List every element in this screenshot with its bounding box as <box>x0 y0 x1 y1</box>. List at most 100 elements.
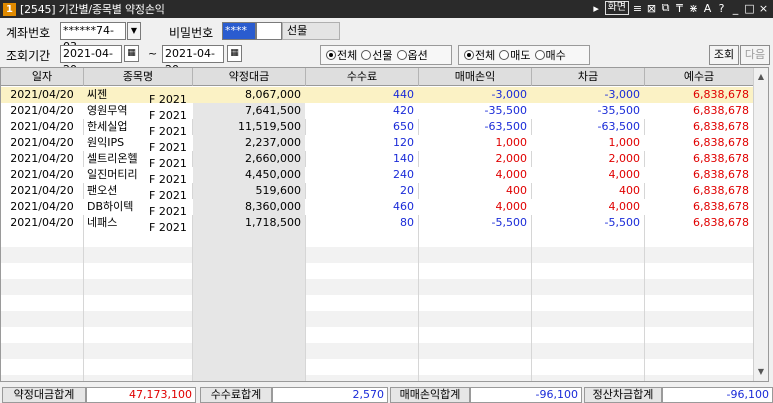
maximize-icon[interactable]: □ <box>744 2 755 15</box>
font-size-icon[interactable]: A <box>702 2 713 15</box>
cell-amount: 7,641,500 <box>193 103 305 119</box>
scroll-up-icon[interactable]: ▲ <box>754 70 768 84</box>
cell-amount: 2,660,000 <box>193 151 305 167</box>
table-row[interactable]: 2021/04/20 DB하이텍 F 2021 8,360,000 460 4,000 4,… <box>1 199 753 215</box>
stock-code: F 2021 <box>149 157 187 167</box>
cell-amount: 11,519,500 <box>193 119 305 135</box>
cell-amount: 1,718,500 <box>193 215 305 231</box>
cell-date: 2021/04/20 <box>10 88 74 101</box>
fee-total-label: 수수료합계 <box>200 387 272 403</box>
list-icon[interactable]: ≡ <box>632 2 643 15</box>
close-icon[interactable]: × <box>758 2 769 15</box>
col-fee[interactable]: 수수료 <box>306 68 419 86</box>
cell-amount: 519,600 <box>193 183 305 199</box>
type-radio-all[interactable]: 전체 <box>326 47 357 63</box>
calendar-to-icon[interactable]: ▦ <box>227 45 242 62</box>
col-name[interactable]: 종목명 <box>84 68 193 86</box>
radio-icon <box>326 50 336 60</box>
col-amount[interactable]: 약정대금 <box>193 68 306 86</box>
cell-diff: -35,500 <box>597 104 640 117</box>
stock-code: F 2021 <box>149 141 187 151</box>
minimize-icon[interactable]: _ <box>730 2 741 15</box>
account-dropdown-icon[interactable]: ▼ <box>127 22 141 40</box>
table-row[interactable]: 2021/04/20 일진머티리 F 2021 4,450,000 240 4,000 4,… <box>1 167 753 183</box>
settings-icon[interactable]: ⋇ <box>688 2 699 15</box>
type-radio-options[interactable]: 옵션 <box>396 47 428 63</box>
table-row[interactable]: 2021/04/20 팬오션 F 2021 519,600 20 400 400 6,838,… <box>1 183 753 199</box>
table-body: 2021/04/20 씨젠 F 2021 8,067,000 440 -3,000 -3,0… <box>1 87 753 381</box>
copy-icon[interactable]: ⧉ <box>660 1 671 15</box>
cell-date: 2021/04/20 <box>10 184 74 197</box>
password-input[interactable]: **** <box>222 22 256 40</box>
cell-pl: -35,500 <box>484 104 527 117</box>
radio-icon <box>499 50 510 60</box>
title-bar: 1 [2545] 기간별/종목별 약정손익 ▸ 화면 ≡ ⊠ ⧉ ₸ ⋇ A ?… <box>0 0 773 18</box>
help-icon[interactable]: ? <box>716 2 727 15</box>
totals-bar: 약정대금합계 47,173,100 수수료합계 2,570 매매손익합계 -96… <box>0 387 773 403</box>
cell-name: 팬오션 F 2021 <box>84 183 192 199</box>
account-row: 계좌번호 ******74-03 ▼ 비밀번호 **** 선물 <box>0 20 773 53</box>
password-input-pad[interactable] <box>256 22 282 40</box>
type-radio-futures[interactable]: 선물 <box>361 47 393 63</box>
cell-name: 원익IPS F 2021 <box>84 135 192 151</box>
side-radio-group: 전체 매도 매수 <box>458 45 590 65</box>
cell-pl: 1,000 <box>495 136 528 149</box>
cell-name: 일진머티리 F 2021 <box>84 167 192 183</box>
side-radio-sell[interactable]: 매도 <box>499 47 531 63</box>
cell-name: 네패스 F 2021 <box>84 215 192 231</box>
date-to-input[interactable]: 2021-04-20 <box>162 45 224 76</box>
col-date[interactable]: 일자 <box>1 68 84 86</box>
cell-fee: 140 <box>393 152 414 165</box>
table-row[interactable]: 2021/04/20 네패스 F 2021 1,718,500 80 -5,500 -5,5… <box>1 215 753 231</box>
stock-code: F 2021 <box>149 173 187 183</box>
screen-button[interactable]: 화면 <box>604 1 629 15</box>
row-band <box>1 343 753 359</box>
amount-total-label: 약정대금합계 <box>2 387 86 403</box>
cell-diff: 2,000 <box>608 152 641 165</box>
col-diff[interactable]: 차금 <box>532 68 645 86</box>
account-label: 계좌번호 <box>6 26 51 40</box>
cell-deposit: 6,838,678 <box>693 136 749 149</box>
stock-name: 팬오션 <box>87 184 118 197</box>
col-pl[interactable]: 매매손익 <box>419 68 532 86</box>
cell-name: DB하이텍 F 2021 <box>84 199 192 215</box>
cell-pl: 400 <box>506 184 527 197</box>
cell-date: 2021/04/20 <box>10 152 74 165</box>
table-row[interactable]: 2021/04/20 씨젠 F 2021 8,067,000 440 -3,000 -3,0… <box>1 87 753 103</box>
scroll-down-icon[interactable]: ▼ <box>754 365 768 379</box>
cell-date: 2021/04/20 <box>10 136 74 149</box>
side-radio-all[interactable]: 전체 <box>464 47 495 63</box>
radio-icon <box>396 50 407 60</box>
side-radio-buy[interactable]: 매수 <box>534 47 566 63</box>
stock-code: F 2021 <box>149 189 187 199</box>
cell-amount: 2,237,000 <box>193 135 305 151</box>
cell-pl: -5,500 <box>491 216 527 229</box>
date-from-input[interactable]: 2021-04-20 <box>60 45 122 76</box>
cell-diff: 400 <box>619 184 640 197</box>
cell-amount: 8,067,000 <box>193 87 305 103</box>
cell-deposit: 6,838,678 <box>693 200 749 213</box>
cell-amount: 8,360,000 <box>193 199 305 215</box>
period-label: 조회기간 <box>6 49 51 63</box>
calendar-from-icon[interactable]: ▦ <box>124 45 139 62</box>
table-row[interactable]: 2021/04/20 원익IPS F 2021 2,237,000 120 1,000 1,… <box>1 135 753 151</box>
cell-fee: 20 <box>400 184 414 197</box>
vertical-scrollbar[interactable]: ▲ ▼ <box>753 68 768 381</box>
pin-icon[interactable]: ₸ <box>674 2 685 15</box>
print-icon[interactable]: ⊠ <box>646 2 657 15</box>
period-row: 조회기간 2021-04-20 ▦ ~ 2021-04-20 ▦ 전체 선물 옵… <box>0 43 773 76</box>
next-button[interactable]: 다음 <box>740 45 770 65</box>
stock-name: 셀트리온헬 <box>87 152 138 165</box>
menu-arrow-icon[interactable]: ▸ <box>591 2 602 15</box>
account-input[interactable]: ******74-03 <box>60 22 126 53</box>
table-row[interactable]: 2021/04/20 영원무역 F 2021 7,641,500 420 -35,500 -… <box>1 103 753 119</box>
col-deposit[interactable]: 예수금 <box>645 68 753 86</box>
cell-diff: -63,500 <box>597 120 640 133</box>
pl-total-label: 매매손익합계 <box>390 387 470 403</box>
cell-date: 2021/04/20 <box>10 216 74 229</box>
cell-amount: 4,450,000 <box>193 167 305 183</box>
table-row[interactable]: 2021/04/20 한세실업 F 2021 11,519,500 650 -63,500… <box>1 119 753 135</box>
table-row[interactable]: 2021/04/20 셀트리온헬 F 2021 2,660,000 140 2,000 2,… <box>1 151 753 167</box>
query-button[interactable]: 조회 <box>709 45 739 65</box>
market-display: 선물 <box>282 22 340 40</box>
